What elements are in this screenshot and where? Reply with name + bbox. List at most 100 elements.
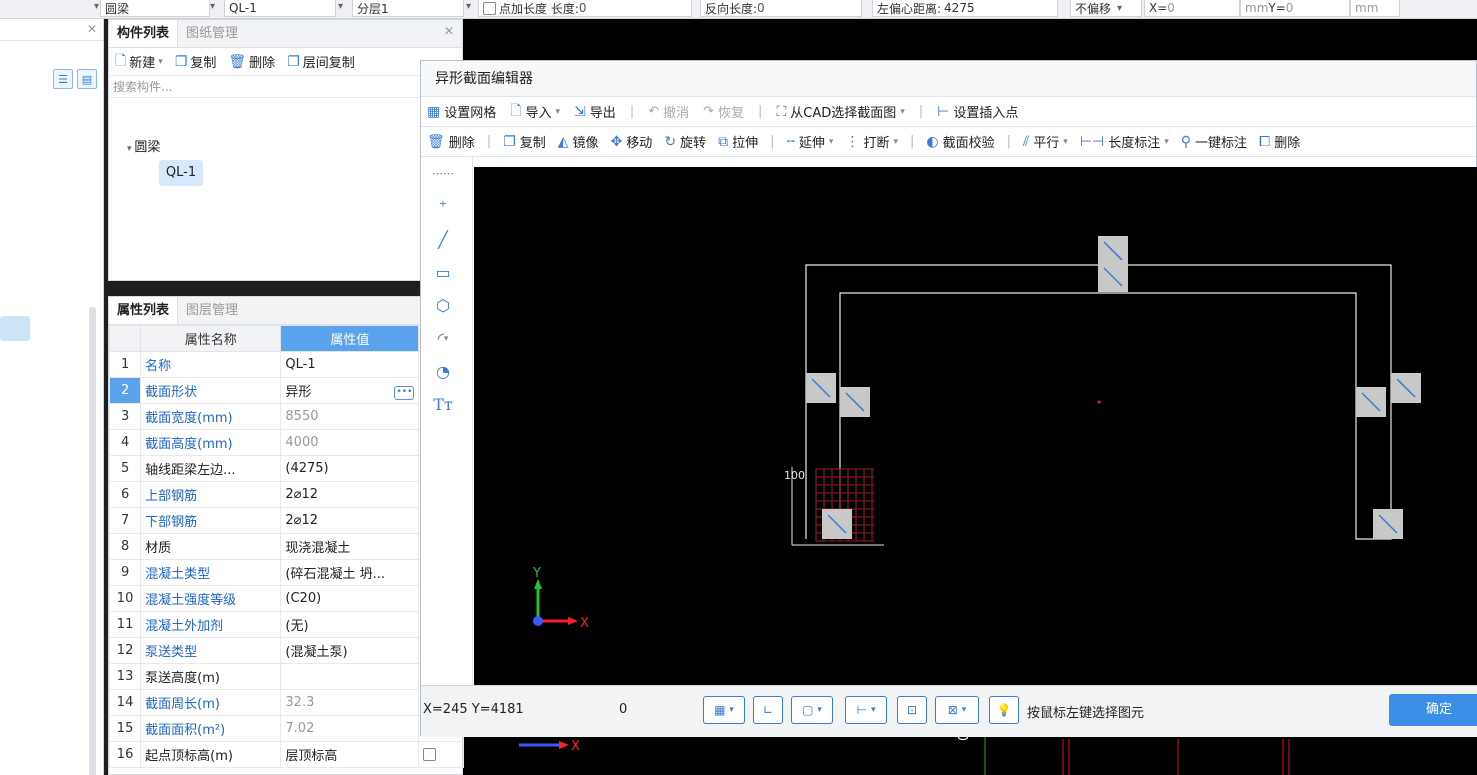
insert-point-button[interactable]: ⊢ 设置插入点 — [937, 102, 1018, 122]
x-input[interactable]: X= 0 — [1144, 0, 1240, 17]
export-icon: ⇲ — [574, 103, 586, 120]
rotate-button[interactable]: ↻ 旋转 — [664, 132, 706, 152]
ok-button[interactable]: 确定 — [1389, 694, 1477, 726]
component-select[interactable]: QL-1 — [224, 0, 336, 17]
list-view-icon[interactable]: ☰ — [53, 69, 73, 89]
table-row[interactable]: 4 截面高度(mm) 4000 — [108, 429, 464, 456]
table-row[interactable]: 7 下部钢筋 2⌀12 — [108, 507, 464, 534]
checkbox[interactable] — [423, 748, 437, 761]
length-dimension-button[interactable]: ⊢⊣ 长度标注 ▾ — [1080, 132, 1169, 152]
point-length-field[interactable]: 点加长度 长度: 0 — [478, 0, 692, 17]
copy-button[interactable]: ❐ 复制 — [175, 52, 217, 72]
move-button[interactable]: ✥ 移动 — [611, 132, 653, 152]
delete-dimension-button[interactable]: ⧠ 删除 — [1259, 132, 1300, 152]
separator: | — [770, 134, 775, 149]
cad-icon: ⛶ — [776, 103, 787, 120]
editor-canvas[interactable]: 100 Y X — [474, 167, 1477, 685]
circle-icon[interactable]: ◔ — [421, 355, 465, 388]
point-length-checkbox[interactable] — [483, 1, 496, 15]
table-row[interactable]: 3 截面宽度(mm) 8550 — [108, 403, 464, 430]
offset-mode-select[interactable]: 不偏移 ▾ — [1070, 0, 1142, 17]
table-row[interactable]: 14 截面周长(m) 32.3 — [108, 689, 464, 716]
chevron-down-icon[interactable]: ▾ — [466, 1, 471, 12]
close-icon[interactable]: ✕ — [87, 22, 97, 36]
rectangle-icon[interactable]: ▭ — [421, 256, 465, 289]
extend-icon: ╌ — [786, 133, 795, 150]
selected-tree-item[interactable] — [0, 316, 30, 341]
more-icon[interactable]: ••• — [394, 386, 415, 400]
editor-toolbar-1: ▦ 设置网格 🗋 导入 ▾ ⇲ 导出 | ↶ 撤消 ↷ 恢复 | ⛶ 从CAD选择截面图 ▾ |… — [421, 97, 1476, 127]
hint-toggle-button[interactable]: 💡 — [989, 696, 1019, 724]
table-row[interactable]: 6 上部钢筋 2⌀12 — [108, 481, 464, 508]
column-index — [108, 325, 142, 352]
search-input[interactable]: 搜索构件... — [109, 76, 462, 98]
arc-icon[interactable]: ◜ ▾ — [421, 322, 465, 355]
table-row[interactable]: 10 混凝土强度等级 (C20) — [108, 585, 464, 612]
component-list-panel: 构件列表 图纸管理 ✕ 🗋 新建 ▾ ❐ 复制 🗑 删除 ❐ 层间复制 搜索构件... ▾… — [108, 19, 463, 281]
left-offset-field[interactable]: 左偏心距离: 4275 — [872, 0, 1058, 17]
inter-layer-copy-button[interactable]: ❐ 层间复制 — [287, 52, 355, 72]
tab-drawing-management[interactable]: 图纸管理 — [178, 20, 246, 47]
reverse-length-field[interactable]: 反向长度: 0 — [700, 0, 862, 17]
component-toolbar: 🗋 新建 ▾ ❐ 复制 🗑 删除 ❐ 层间复制 — [109, 48, 462, 76]
export-button[interactable]: ⇲ 导出 — [574, 102, 616, 122]
chevron-down-icon[interactable]: ▾ — [338, 1, 343, 12]
redo-icon: ↷ — [703, 104, 715, 119]
undo-icon: ↶ — [648, 104, 660, 119]
tab-property-list[interactable]: 属性列表 — [109, 297, 179, 324]
table-row[interactable]: 8 材质 现浇混凝土 — [108, 533, 464, 560]
auto-dimension-button[interactable]: ⚲ 一键标注 — [1181, 132, 1247, 152]
polyline-toggle-button[interactable]: ⊡ — [897, 696, 927, 724]
delete-button[interactable]: 🗑 删除 — [427, 132, 475, 152]
y-input[interactable]: mm Y= 0 — [1240, 0, 1350, 17]
section-check-button[interactable]: ◐ 截面校验 — [926, 132, 994, 152]
polygon-icon[interactable]: ⬡ — [421, 289, 465, 322]
table-row[interactable]: 16 起点顶标高(m) 层顶标高 — [108, 741, 464, 768]
copy-button[interactable]: ❐ 复制 — [503, 132, 546, 152]
separator: | — [486, 134, 492, 149]
left-scrollbar[interactable] — [89, 307, 96, 775]
redo-button[interactable]: ↷ 恢复 — [703, 102, 744, 121]
grid-toggle-button[interactable]: ▦ ▾ — [703, 696, 745, 724]
dotted-line-icon[interactable]: ⋯⋯ — [421, 157, 465, 190]
select-from-cad-button[interactable]: ⛶ 从CAD选择截面图 ▾ — [776, 102, 904, 122]
detail-view-icon[interactable]: ▤ — [77, 69, 97, 89]
tree-leaf-item[interactable]: QL-1 — [159, 160, 203, 186]
import-button[interactable]: 🗋 导入 ▾ — [510, 100, 560, 124]
mirror-button[interactable]: ◭ 镜像 — [558, 132, 599, 152]
text-icon[interactable]: Tт — [421, 388, 465, 421]
grid-settings-button[interactable]: ▦ 设置网格 — [427, 102, 496, 122]
undo-button[interactable]: ↶ 撤消 — [648, 102, 689, 121]
table-row[interactable]: 9 混凝土类型 (碎石混凝土 坍... — [108, 559, 464, 586]
table-row[interactable]: 15 截面面积(m²) 7.02 — [108, 715, 464, 742]
layer-select[interactable]: 分层1 — [352, 0, 464, 17]
tree-root-item[interactable]: ▾ 圆梁 — [127, 136, 160, 155]
tab-component-list[interactable]: 构件列表 — [109, 20, 179, 47]
table-row[interactable]: 1 名称 QL-1 — [108, 351, 464, 378]
chevron-down-icon[interactable]: ▾ — [210, 1, 215, 12]
table-row[interactable]: 5 轴线距梁左边... (4275) — [108, 455, 464, 482]
tab-layer-management[interactable]: 图层管理 — [178, 297, 246, 324]
rebar-toggle-button[interactable]: ⊠ ▾ — [935, 696, 979, 724]
delete-button[interactable]: 🗑 删除 — [228, 52, 275, 72]
close-icon[interactable]: ✕ — [444, 24, 454, 38]
rebar-markers[interactable] — [806, 236, 1421, 539]
extend-button[interactable]: ╌ 延伸 ▾ — [786, 132, 833, 152]
stretch-button[interactable]: ⧉ 拉伸 — [718, 132, 758, 152]
ortho-toggle-button[interactable]: ∟ — [753, 696, 783, 724]
chevron-down-icon[interactable]: ▾ — [94, 1, 99, 12]
table-row[interactable]: 11 混凝土外加剂 (无) — [108, 611, 464, 638]
separator: | — [910, 134, 915, 149]
table-row[interactable]: 13 泵送高度(m) — [108, 663, 464, 690]
snap-toggle-button[interactable]: ▢ ▾ — [791, 696, 833, 724]
point-icon[interactable]: ⁺ — [421, 190, 465, 223]
break-button[interactable]: ⋮ 打断 ▾ — [845, 132, 898, 152]
new-button[interactable]: 🗋 新建 ▾ — [115, 50, 163, 74]
dimension-toggle-button[interactable]: ⊢ ▾ — [845, 696, 887, 724]
table-row[interactable]: 12 泵送类型 (混凝土泵) — [108, 637, 464, 664]
line-icon[interactable]: ╱ — [421, 223, 465, 256]
parallel-button[interactable]: ⫽ 平行 ▾ — [1023, 132, 1068, 152]
table-row[interactable]: 2 截面形状 异形 ••• — [108, 377, 464, 404]
separator: | — [629, 104, 635, 119]
type-select[interactable]: 圆梁 — [100, 0, 210, 17]
